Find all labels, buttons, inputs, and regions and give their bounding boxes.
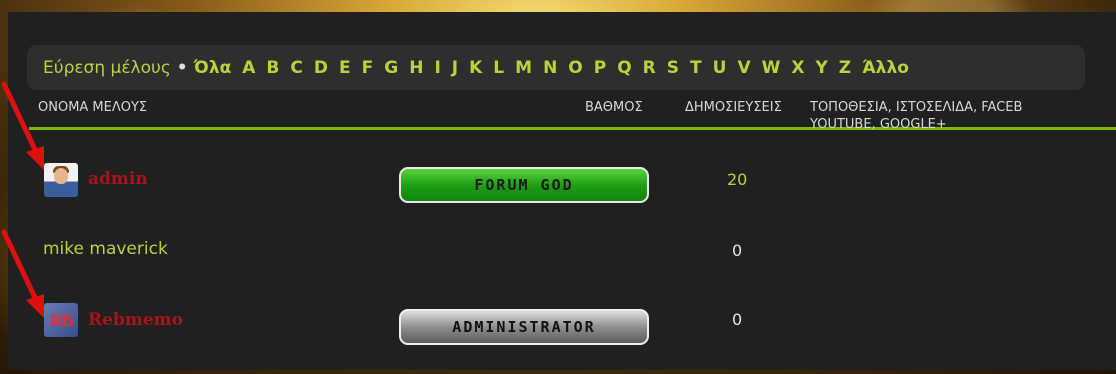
letter-link-n[interactable]: N — [543, 58, 557, 78]
letter-link-y[interactable]: Y — [815, 58, 827, 78]
avatar[interactable]: RB — [44, 303, 78, 337]
column-header-rank[interactable]: ΒΑΘΜΟΣ — [585, 100, 643, 115]
letter-link-j[interactable]: J — [452, 58, 458, 78]
letter-link-g[interactable]: G — [384, 58, 398, 78]
letter-link-z[interactable]: Z — [839, 58, 851, 78]
letter-link-a[interactable]: A — [242, 58, 255, 78]
letter-link-r[interactable]: R — [643, 58, 656, 78]
rank-badge-forum-god: FORUM GOD — [399, 167, 649, 203]
letter-link-l[interactable]: L — [493, 58, 504, 78]
letter-link-o[interactable]: O — [568, 58, 582, 78]
letter-link-w[interactable]: W — [762, 58, 781, 78]
member-post-count: 0 — [732, 310, 743, 329]
column-header-location[interactable]: ΤΟΠΟΘΕΣΙΑ, ΙΣΤΟΣΕΛΙΔΑ, FACEB — [810, 100, 1022, 115]
letter-link-x[interactable]: X — [791, 58, 804, 78]
member-name-link[interactable]: Rebmemo — [88, 310, 183, 330]
avatar-face — [54, 168, 68, 184]
letter-link-f[interactable]: F — [362, 58, 374, 78]
letter-link-m[interactable]: M — [515, 58, 532, 78]
member-name-link[interactable]: mike maverick — [43, 239, 168, 259]
letter-link-c[interactable]: C — [290, 58, 302, 78]
letter-link-other[interactable]: Άλλο — [862, 58, 909, 78]
bullet-separator: • — [176, 57, 188, 78]
member-row: RB Rebmemo ADMINISTRATOR 0 — [29, 296, 1116, 346]
letter-link-v[interactable]: V — [737, 58, 750, 78]
letter-link-u[interactable]: U — [713, 58, 727, 78]
letter-link-b[interactable]: B — [266, 58, 279, 78]
letter-link-h[interactable]: H — [409, 58, 423, 78]
member-search-letterbar: Εύρεση μέλους • Όλα A B C D E F G H I J … — [27, 45, 1085, 90]
column-header-posts[interactable]: ΔΗΜΟΣΙΕΥΣΕΙΣ — [685, 100, 782, 115]
letter-link-q[interactable]: Q — [617, 58, 631, 78]
avatar[interactable] — [44, 163, 78, 197]
column-header-name[interactable]: ΟΝΟΜΑ ΜΕΛΟΥΣ — [38, 100, 147, 115]
member-row: mike maverick 0 — [29, 225, 1116, 275]
letter-link-all[interactable]: Όλα — [194, 58, 232, 78]
member-name-link[interactable]: admin — [88, 169, 148, 189]
letter-link-e[interactable]: E — [339, 58, 351, 78]
letter-link-i[interactable]: I — [434, 58, 440, 78]
letter-link-d[interactable]: D — [314, 58, 328, 78]
member-row: admin FORUM GOD 20 — [29, 157, 1116, 207]
column-header-social: YOUTUBE, GOOGLE+ — [810, 117, 947, 132]
member-post-count: 20 — [727, 170, 748, 189]
letter-link-k[interactable]: K — [469, 58, 482, 78]
letter-link-p[interactable]: P — [594, 58, 606, 78]
letter-link-t[interactable]: T — [690, 58, 702, 78]
memberlist-header: ΟΝΟΜΑ ΜΕΛΟΥΣ ΒΑΘΜΟΣ ΔΗΜΟΣΙΕΥΣΕΙΣ ΤΟΠΟΘΕΣ… — [29, 96, 1116, 132]
member-search-label: Εύρεση μέλους — [43, 57, 171, 78]
letter-link-s[interactable]: S — [667, 58, 679, 78]
member-post-count: 0 — [732, 241, 743, 260]
rank-badge-administrator: ADMINISTRATOR — [399, 309, 649, 345]
